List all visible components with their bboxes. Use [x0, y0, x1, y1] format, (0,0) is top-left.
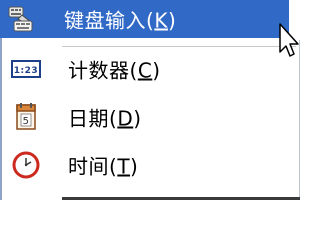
svg-text:5: 5 — [23, 116, 30, 127]
menu-item-date[interactable]: 5 日期(D) — [4, 100, 289, 134]
menu-item-label: 键盘输入(K) — [64, 8, 177, 33]
insert-menu: 键盘输入(K) 1:23 计数器(C) 5 日期(D) 时间(T) — [0, 0, 300, 200]
menu-item-time[interactable]: 时间(T) — [4, 148, 289, 182]
svg-text:1:23: 1:23 — [14, 66, 38, 76]
counter-icon: 1:23 — [10, 53, 42, 85]
context-menu-screen: 键盘输入(K) 1:23 计数器(C) 5 日期(D) 时间(T) — [0, 0, 300, 200]
menu-item-keyboard-input[interactable]: 键盘输入(K) — [0, 0, 289, 38]
clock-icon — [10, 149, 42, 181]
mouse-cursor-icon — [278, 22, 300, 64]
menu-item-counter[interactable]: 1:23 计数器(C) — [4, 52, 289, 86]
calendar-icon: 5 — [10, 101, 42, 133]
menu-item-label: 日期(D) — [68, 106, 142, 131]
menu-item-label: 时间(T) — [68, 154, 139, 179]
keyboard-icon — [6, 3, 38, 35]
menu-bottom-edge — [62, 197, 300, 200]
menu-item-label: 计数器(C) — [68, 58, 161, 83]
menu-separator — [62, 46, 296, 47]
